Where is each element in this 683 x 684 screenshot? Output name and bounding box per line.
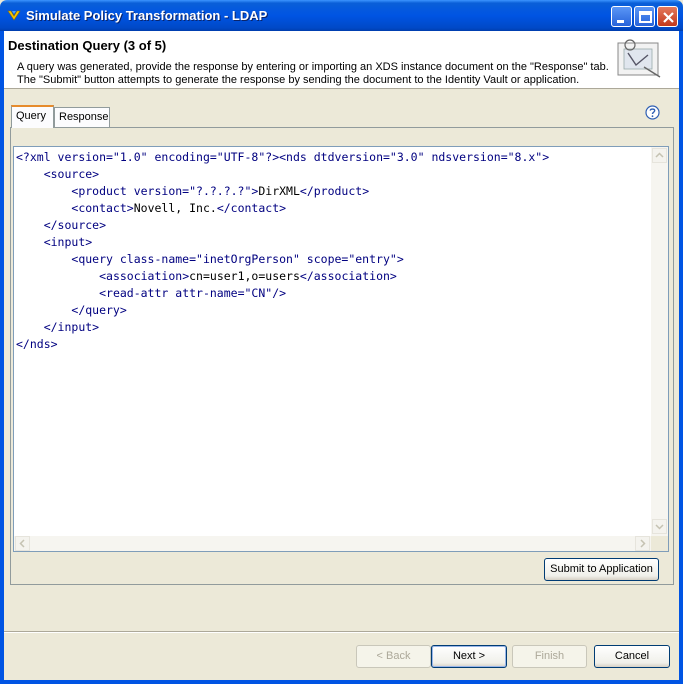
description-line: The "Submit" button attempts to generate… <box>17 74 580 86</box>
chevron-right-icon <box>640 539 646 548</box>
code-line: <source> <box>43 167 100 181</box>
code-line: <contact>Novell, Inc.</contact> <box>71 201 287 215</box>
scroll-left-button[interactable] <box>15 536 30 551</box>
scroll-corner <box>651 536 668 551</box>
code-line: </query> <box>71 303 127 317</box>
close-icon <box>663 12 674 23</box>
tab-response[interactable]: Response <box>54 107 110 128</box>
app-icon <box>7 10 21 21</box>
code-line: </source> <box>43 218 107 232</box>
title-bar: Simulate Policy Transformation - LDAP <box>0 0 683 31</box>
xml-editor[interactable]: <?xml version="1.0" encoding="UTF-8"?><n… <box>13 146 669 552</box>
xml-code[interactable]: <?xml version="1.0" encoding="UTF-8"?><n… <box>16 149 652 533</box>
code-line: <association>cn=user1,o=users</associati… <box>99 269 397 283</box>
code-line: <query class-name="inetOrgPerson" scope=… <box>71 252 404 266</box>
vertical-scrollbar[interactable] <box>651 147 668 536</box>
code-line: <input> <box>43 235 93 249</box>
code-line: </input> <box>43 320 100 334</box>
chevron-down-icon <box>655 524 664 530</box>
divider <box>4 631 679 633</box>
submit-to-application-button[interactable]: Submit to Application <box>544 558 659 581</box>
chevron-left-icon <box>19 539 25 548</box>
description-line: A query was generated, provide the respo… <box>17 61 609 73</box>
code-line: </nds> <box>16 337 58 351</box>
chevron-up-icon <box>655 152 664 158</box>
scroll-right-button[interactable] <box>635 536 650 551</box>
back-button[interactable]: < Back <box>356 645 431 668</box>
maximize-button[interactable] <box>634 6 655 27</box>
close-button[interactable] <box>657 6 678 27</box>
horizontal-scrollbar[interactable] <box>14 536 651 551</box>
tab-label: Response <box>59 111 109 123</box>
page-title: Destination Query (3 of 5) <box>8 38 167 53</box>
code-line: <read-attr attr-name="CN"/> <box>99 286 287 300</box>
cancel-button[interactable]: Cancel <box>594 645 670 668</box>
window-title: Simulate Policy Transformation - LDAP <box>26 8 268 23</box>
minimize-icon <box>617 20 624 23</box>
window-frame <box>679 31 683 684</box>
scroll-down-button[interactable] <box>652 519 667 534</box>
minimize-button[interactable] <box>611 6 632 27</box>
scroll-up-button[interactable] <box>652 148 667 163</box>
policy-simulator-icon <box>617 39 661 78</box>
tab-label: Query <box>16 110 46 122</box>
window-frame <box>0 31 4 684</box>
help-icon[interactable] <box>645 105 660 120</box>
window-frame <box>0 680 683 684</box>
maximize-icon <box>639 11 652 23</box>
page-description: A query was generated, provide the respo… <box>17 61 617 87</box>
code-line: <?xml version="1.0" encoding="UTF-8"?><n… <box>16 150 550 164</box>
finish-button[interactable]: Finish <box>512 645 587 668</box>
wizard-header: Destination Query (3 of 5) A query was g… <box>4 31 679 89</box>
next-button[interactable]: Next > <box>431 645 507 668</box>
tab-query[interactable]: Query <box>11 105 54 128</box>
code-line: <product version="?.?.?.?">DirXML</produ… <box>71 184 370 198</box>
